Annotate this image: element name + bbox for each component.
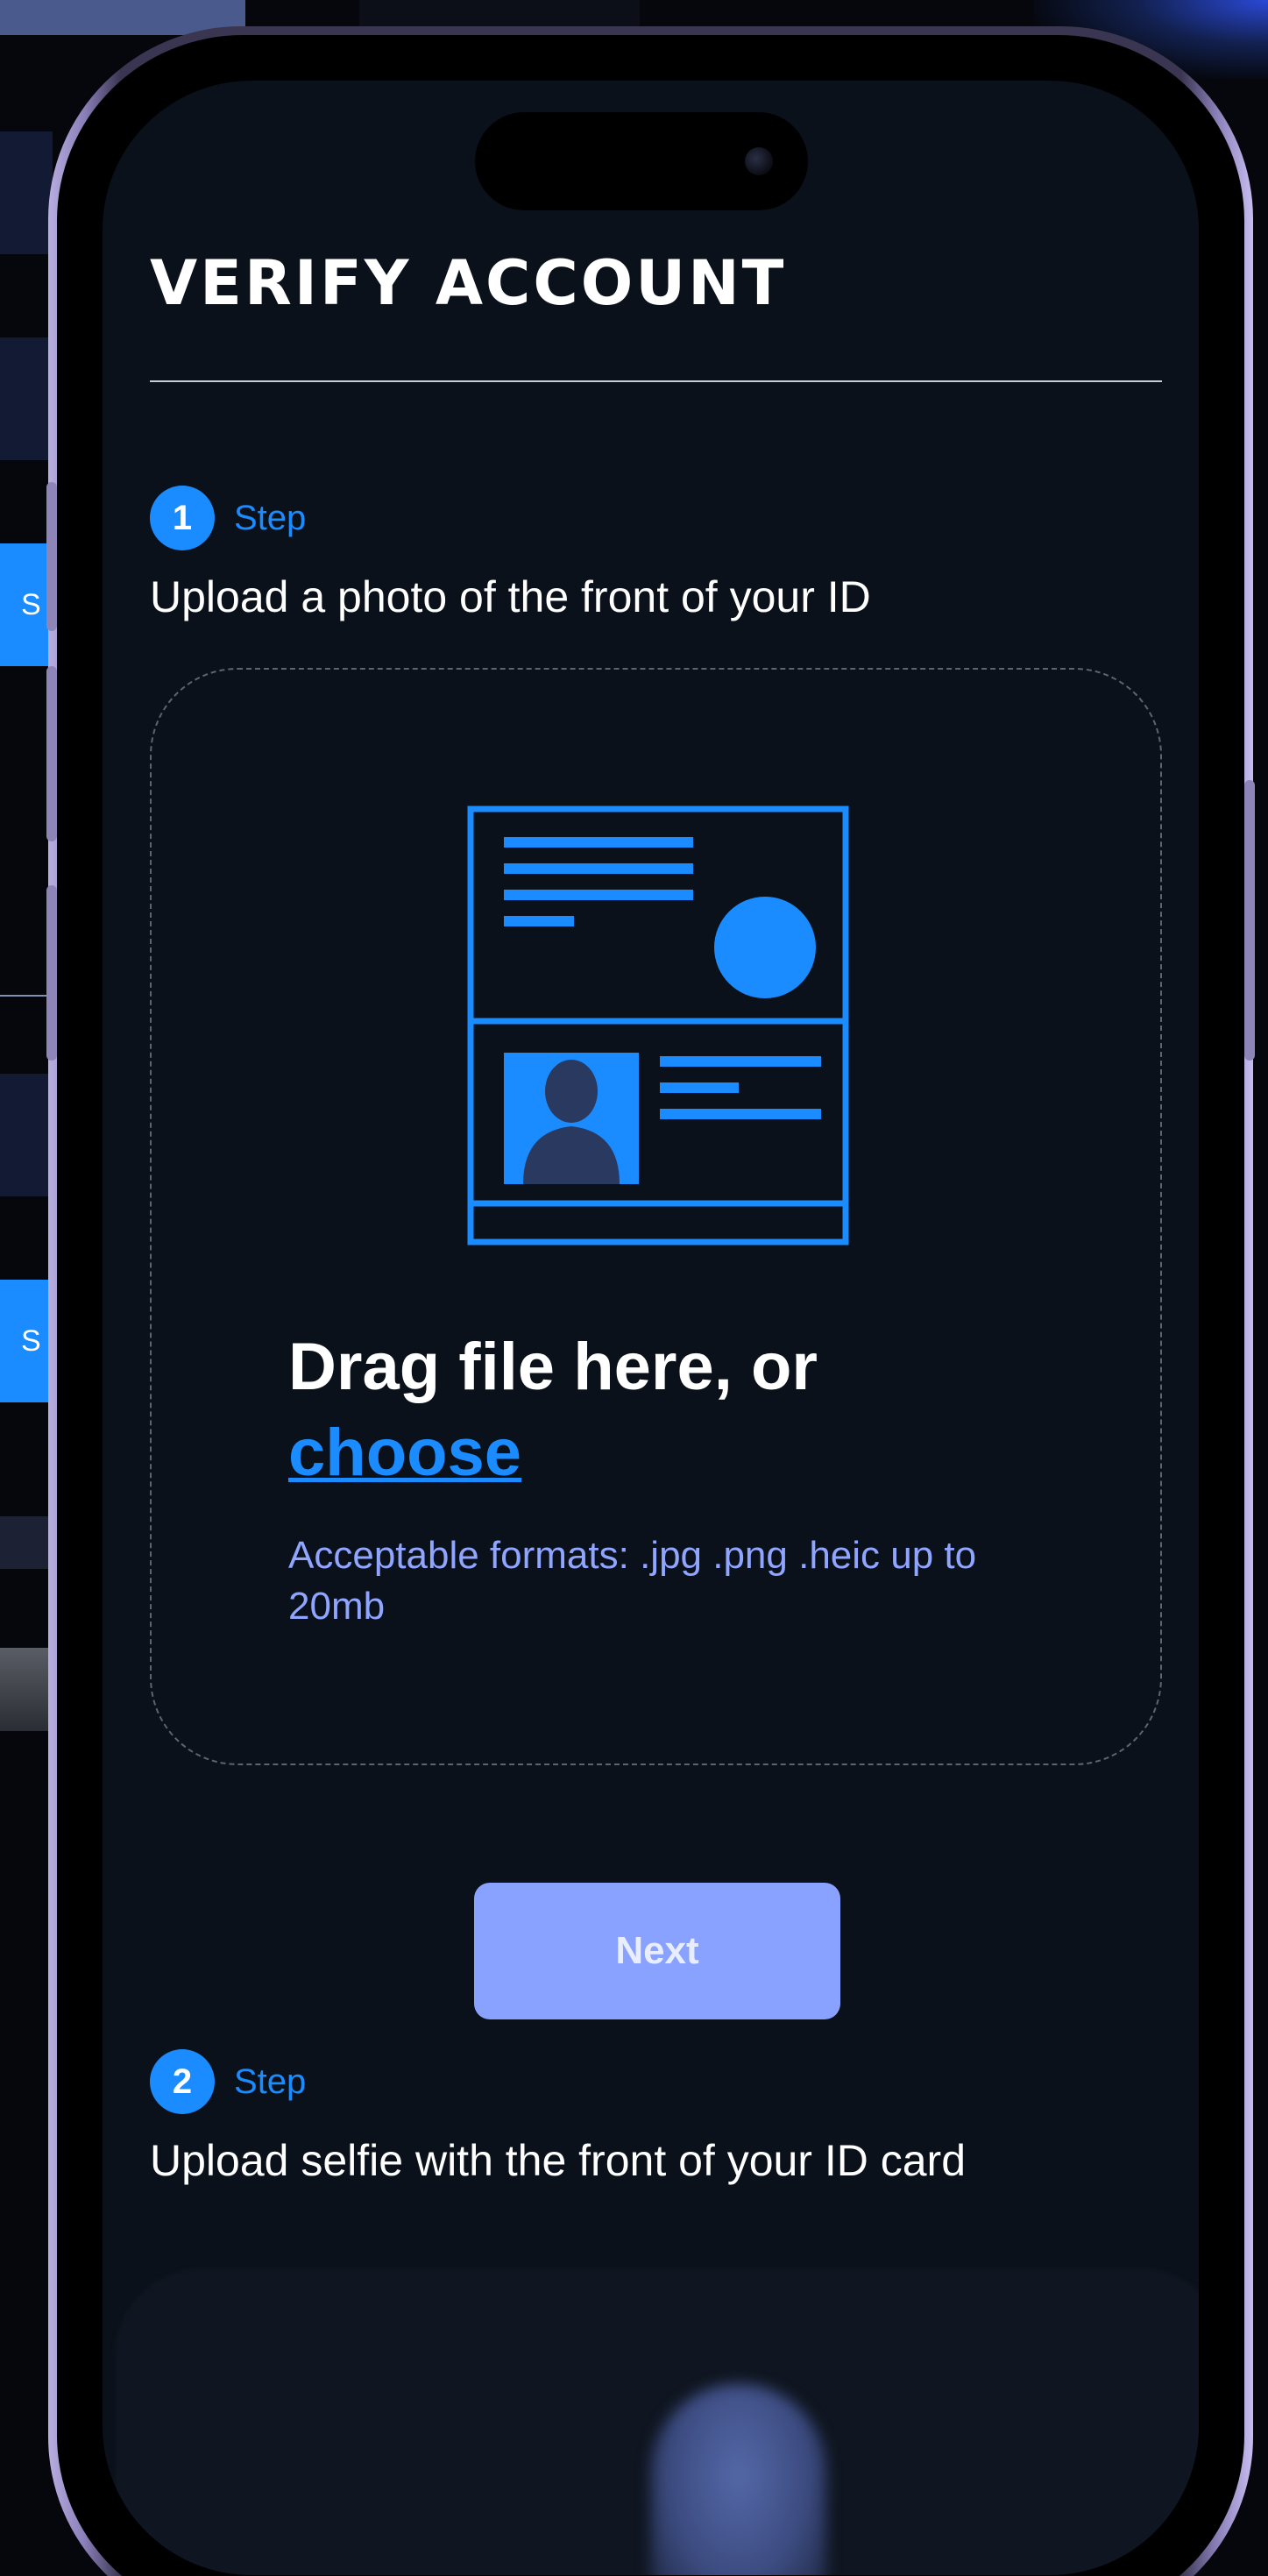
background-band	[0, 1516, 53, 1569]
page-title: VERIFY ACCOUNT	[150, 247, 787, 319]
step-number-badge: 2	[150, 2049, 215, 2114]
background-row	[0, 131, 53, 254]
background-tab[interactable]: S	[0, 1280, 53, 1402]
background-bar	[0, 1648, 53, 1731]
background-row	[0, 337, 53, 460]
phone-screen: VERIFY ACCOUNT 1 Step Upload a photo of …	[103, 81, 1199, 2575]
background-divider	[0, 995, 53, 997]
phone-power-button	[1244, 780, 1255, 1061]
step-1-header: 1 Step	[150, 486, 306, 550]
step-label: Step	[234, 498, 307, 537]
selfie-avatar-icon	[651, 2384, 826, 2575]
phone-frame: VERIFY ACCOUNT 1 Step Upload a photo of …	[46, 26, 1255, 2576]
step-label: Step	[234, 2062, 307, 2101]
choose-file-link[interactable]: choose	[288, 1415, 521, 1491]
phone-volume-button	[46, 666, 57, 841]
dropzone-title: Drag file here, or	[288, 1330, 818, 1404]
phone-volume-button	[46, 482, 57, 631]
step-2-description: Upload selfie with the front of your ID …	[150, 2136, 967, 2185]
background-tab[interactable]: S	[0, 543, 53, 666]
step-number-badge: 1	[150, 486, 215, 550]
file-dropzone[interactable]: Drag file here, or choose Acceptable for…	[150, 668, 1162, 1765]
id-card-icon	[467, 805, 849, 1245]
next-button[interactable]: Next	[474, 1883, 840, 2019]
step-2-header: 2 Step	[150, 2049, 306, 2114]
title-divider	[150, 380, 1162, 382]
background-row	[0, 1074, 53, 1196]
camera-icon	[745, 147, 773, 175]
phone-volume-button	[46, 885, 57, 1061]
step-1-description: Upload a photo of the front of your ID	[150, 572, 871, 621]
accepted-formats-hint: Acceptable formats: .jpg .png .heic up t…	[288, 1534, 977, 1628]
dynamic-island	[475, 112, 808, 210]
